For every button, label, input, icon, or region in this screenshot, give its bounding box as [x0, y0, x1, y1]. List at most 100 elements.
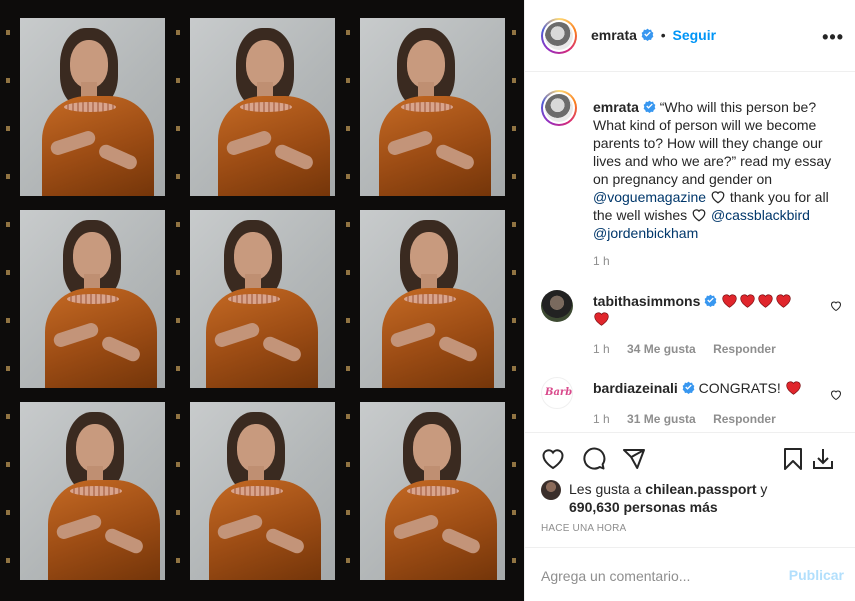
- caption-time[interactable]: 1 h: [593, 254, 610, 268]
- author-avatar[interactable]: [541, 18, 577, 54]
- liker-avatar[interactable]: [541, 480, 561, 500]
- caption-text: emrata “Who will this person be? What ki…: [593, 98, 843, 242]
- comment-composer: Publicar: [525, 547, 855, 601]
- comment-like-heart-icon[interactable]: [830, 300, 842, 312]
- film-sprocket: [176, 222, 180, 227]
- film-sprocket: [512, 462, 516, 467]
- film-sprocket: [6, 318, 10, 323]
- more-options-icon[interactable]: •••: [822, 27, 844, 48]
- reply-button[interactable]: Responder: [713, 342, 776, 356]
- heart-icon[interactable]: [541, 447, 565, 471]
- photo-frame: [190, 210, 335, 388]
- film-sprocket: [512, 78, 516, 83]
- caption-avatar[interactable]: [541, 90, 577, 126]
- film-sprocket: [6, 414, 10, 419]
- caption-username[interactable]: emrata: [593, 99, 639, 115]
- post-sidebar: emrata • Seguir ••• emrata “Who will thi…: [524, 0, 855, 601]
- film-sprocket: [346, 30, 350, 35]
- film-sprocket: [512, 414, 516, 419]
- publish-button[interactable]: Publicar: [789, 567, 844, 583]
- comment-avatar[interactable]: Barbie: [541, 377, 573, 409]
- post-image[interactable]: [0, 0, 524, 601]
- likes-suffix: y: [756, 481, 768, 497]
- film-sprocket: [176, 510, 180, 515]
- action-bar: [525, 432, 855, 482]
- white-heart-icon: [692, 209, 706, 222]
- photo-frame: [190, 402, 335, 580]
- comment-like-heart-icon[interactable]: [830, 389, 842, 401]
- film-sprocket: [346, 510, 350, 515]
- comment-time[interactable]: 1 h: [593, 342, 610, 356]
- mention-link[interactable]: @voguemagazine: [593, 189, 706, 205]
- film-sprocket: [6, 510, 10, 515]
- verified-icon: [704, 294, 717, 307]
- film-sprocket: [512, 510, 516, 515]
- film-sprocket: [346, 174, 350, 179]
- comment-likes[interactable]: 31 Me gusta: [627, 412, 696, 426]
- follow-button[interactable]: Seguir: [673, 27, 717, 43]
- comment-likes[interactable]: 34 Me gusta: [627, 342, 696, 356]
- likes-prefix: Les gusta a: [569, 481, 646, 497]
- red-heart-emoji-icon: [758, 294, 773, 308]
- film-sprocket: [6, 174, 10, 179]
- film-sprocket: [512, 558, 516, 563]
- film-sprocket: [346, 366, 350, 371]
- red-heart-emoji-icon: [722, 294, 737, 308]
- liker-username[interactable]: chilean.passport: [645, 481, 756, 497]
- comment-username[interactable]: tabithasimmons: [593, 293, 700, 309]
- film-sprocket: [346, 318, 350, 323]
- post-timestamp[interactable]: HACE UNA HORA: [541, 523, 626, 534]
- film-sprocket: [176, 414, 180, 419]
- comment-meta: 1 h 31 Me gusta Responder: [593, 412, 776, 426]
- film-sprocket: [176, 558, 180, 563]
- film-sprocket: [6, 78, 10, 83]
- photo-frame: [20, 402, 165, 580]
- download-icon[interactable]: [811, 447, 835, 471]
- separator-dot: •: [660, 27, 666, 43]
- red-heart-emoji-icon: [594, 312, 609, 326]
- film-sprocket: [512, 270, 516, 275]
- likes-count[interactable]: 690,630: [569, 499, 620, 515]
- bookmark-icon[interactable]: [781, 447, 805, 471]
- film-sprocket: [176, 126, 180, 131]
- photo-frame: [190, 18, 335, 196]
- author-username[interactable]: emrata: [591, 27, 637, 43]
- film-sprocket: [346, 78, 350, 83]
- mention-link[interactable]: @cassblackbird: [711, 207, 810, 223]
- red-heart-emoji-icon: [786, 381, 801, 395]
- verified-icon: [682, 381, 695, 394]
- film-sprocket: [512, 318, 516, 323]
- comment-input[interactable]: [541, 566, 771, 586]
- reply-button[interactable]: Responder: [713, 412, 776, 426]
- film-sprocket: [176, 462, 180, 467]
- comment-icon[interactable]: [582, 447, 606, 471]
- red-heart-emoji-icon: [776, 294, 791, 308]
- film-sprocket: [176, 174, 180, 179]
- film-sprocket: [176, 366, 180, 371]
- likes-others[interactable]: personas más: [620, 499, 717, 515]
- mention-link[interactable]: @jordenbickham: [593, 225, 698, 241]
- film-sprocket: [512, 126, 516, 131]
- film-sprocket: [346, 222, 350, 227]
- film-sprocket: [346, 126, 350, 131]
- film-sprocket: [176, 318, 180, 323]
- comment-time[interactable]: 1 h: [593, 412, 610, 426]
- verified-icon: [643, 100, 656, 113]
- white-heart-icon: [711, 191, 725, 204]
- film-sprocket: [6, 558, 10, 563]
- comment-body: CONGRATS!: [694, 380, 785, 396]
- comment-avatar[interactable]: [541, 290, 573, 322]
- share-icon[interactable]: [622, 447, 646, 471]
- photo-frame: [360, 210, 505, 388]
- film-sprocket: [346, 558, 350, 563]
- photo-frame: [20, 210, 165, 388]
- barbie-logo-icon: Barbie: [545, 387, 573, 398]
- likes-text: Les gusta a chilean.passport y 690,630 pe…: [569, 480, 819, 516]
- film-sprocket: [512, 174, 516, 179]
- comment-text: tabithasimmons: [593, 292, 813, 328]
- red-heart-emoji-icon: [740, 294, 755, 308]
- photo-frame: [360, 18, 505, 196]
- photo-frame: [360, 402, 505, 580]
- comment-username[interactable]: bardiazeinali: [593, 380, 678, 396]
- film-sprocket: [6, 222, 10, 227]
